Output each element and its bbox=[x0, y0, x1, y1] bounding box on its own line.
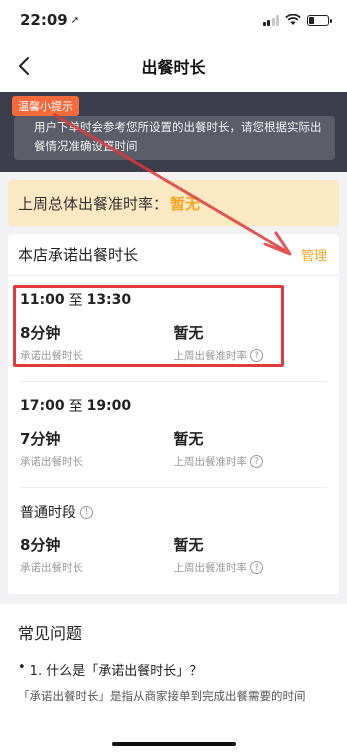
time-slot[interactable]: 普通时段 ! 8分钟 承诺出餐时长 暂无 上周出餐准时率? bbox=[20, 488, 327, 594]
time-slot[interactable]: 17:00 至 19:00 7分钟 承诺出餐时长 暂无 上周出餐准时率? bbox=[20, 382, 327, 488]
faq-title: 常见问题 bbox=[18, 624, 83, 643]
slot-duration-label: 承诺出餐时长 bbox=[20, 350, 83, 362]
cellular-signal-icon bbox=[262, 14, 279, 26]
slot-duration: 7分钟 bbox=[20, 430, 61, 448]
status-bar: 22:09 ➚ bbox=[0, 0, 347, 40]
slot-rate: 暂无 bbox=[173, 536, 204, 554]
help-icon[interactable]: ? bbox=[250, 349, 263, 362]
bullet-icon: • bbox=[18, 660, 26, 675]
faq-question[interactable]: • 1. 什么是「承诺出餐时长」？ bbox=[18, 660, 337, 679]
help-icon[interactable]: ? bbox=[250, 561, 263, 574]
slot-sep: 至 bbox=[68, 399, 83, 415]
location-arrow-icon: ➚ bbox=[70, 14, 80, 26]
nav-bar: 出餐时长 bbox=[0, 40, 347, 92]
slot-rate-label: 上周出餐准时率 bbox=[173, 456, 248, 468]
manage-button[interactable]: 管理 bbox=[301, 245, 327, 264]
info-icon[interactable]: ! bbox=[80, 505, 93, 519]
faq-section: 常见问题 • 1. 什么是「承诺出餐时长」？ 「承诺出餐时长」是指从商家接单到完… bbox=[0, 604, 347, 753]
slot-rate: 暂无 bbox=[173, 324, 204, 342]
slot-duration-label: 承诺出餐时长 bbox=[20, 456, 83, 468]
faq-answer: 「承诺出餐时长」是指从商家接单到完成出餐需要的时间 bbox=[18, 689, 306, 703]
tip-text: 用户下单时会参考您所设置的出餐时长，请您根据实际出餐情况准确设置时间 bbox=[14, 116, 335, 160]
back-button[interactable] bbox=[10, 52, 38, 80]
rate-label: 上周总体出餐准时率： bbox=[18, 194, 169, 213]
time-slot[interactable]: 11:00 至 13:30 8分钟 承诺出餐时长 暂无 上周出餐准时率? bbox=[20, 276, 327, 382]
slot-start: 11:00 bbox=[20, 292, 65, 308]
weekly-rate-bar: 上周总体出餐准时率： 暂无 bbox=[8, 180, 339, 226]
battery-icon bbox=[307, 14, 332, 26]
slot-rate-label: 上周出餐准时率 bbox=[173, 350, 248, 362]
slot-end: 19:00 bbox=[86, 398, 132, 414]
slot-rate: 暂无 bbox=[173, 430, 204, 448]
slot-start: 17:00 bbox=[20, 398, 65, 414]
page-title: 出餐时长 bbox=[141, 58, 206, 77]
wifi-icon bbox=[285, 14, 301, 25]
home-indicator bbox=[112, 742, 236, 746]
slot-duration: 8分钟 bbox=[20, 536, 61, 554]
slot-duration: 8分钟 bbox=[20, 324, 61, 342]
help-icon[interactable]: ? bbox=[250, 455, 263, 468]
slot-sep: 至 bbox=[68, 293, 83, 309]
commit-card: 本店承诺出餐时长 管理 11:00 至 13:30 8分钟 承诺出餐时长 暂无 … bbox=[8, 234, 339, 594]
slot-duration-label: 承诺出餐时长 bbox=[20, 562, 83, 574]
faq-question-text: 1. 什么是「承诺出餐时长」？ bbox=[29, 664, 203, 679]
slot-rate-label: 上周出餐准时率 bbox=[173, 562, 248, 574]
tip-section: 温馨小提示 用户下单时会参考您所设置的出餐时长，请您根据实际出餐情况准确设置时间 bbox=[0, 92, 347, 172]
tip-badge: 温馨小提示 bbox=[12, 96, 79, 116]
chevron-left-icon bbox=[19, 57, 29, 75]
commit-title: 本店承诺出餐时长 bbox=[18, 246, 139, 264]
slot-end: 13:30 bbox=[86, 292, 132, 308]
status-time: 22:09 ➚ bbox=[20, 11, 80, 29]
slot-name: 普通时段 bbox=[20, 505, 76, 521]
rate-value: 暂无 bbox=[170, 194, 201, 213]
